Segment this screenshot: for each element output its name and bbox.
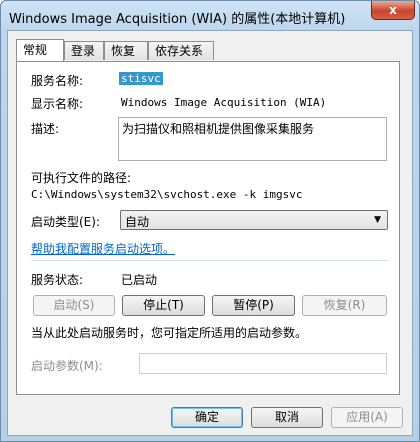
chevron-down-icon: ▼ [374, 215, 381, 225]
apply-button[interactable]: 应用(A) [331, 407, 403, 428]
display-name-label: 显示名称: [31, 97, 84, 111]
resume-button[interactable]: 恢复(R) [302, 295, 387, 316]
stop-button[interactable]: 停止(T) [122, 295, 205, 316]
start-params-label: 启动参数(M): [31, 359, 103, 373]
display-name-value[interactable]: Windows Image Acquisition (WIA) [121, 96, 326, 109]
dialog-client: 常规 登录 恢复 依存关系 服务名称: stisvc 显示名称: Windows… [7, 30, 413, 436]
description-value: 为扫描仪和照相机提供图像采集服务 [122, 122, 315, 136]
tab-dependencies[interactable]: 依存关系 [148, 41, 214, 60]
start-button[interactable]: 启动(S) [33, 295, 115, 316]
description-label: 描述: [31, 122, 60, 136]
startup-type-select[interactable]: 自动 ▼ [120, 210, 388, 230]
general-panel: 服务名称: stisvc 显示名称: Windows Image Acquisi… [16, 61, 400, 395]
exe-path-value[interactable]: C:\Windows\system32\svchost.exe -k imgsv… [31, 188, 303, 201]
service-status-value: 已启动 [121, 273, 158, 287]
tab-general[interactable]: 常规 [16, 39, 64, 61]
tab-recovery[interactable]: 恢复 [104, 41, 148, 60]
description-box[interactable]: 为扫描仪和照相机提供图像采集服务 [118, 117, 387, 161]
exe-path-label: 可执行文件的路径: [31, 171, 132, 185]
service-name-value[interactable]: stisvc [119, 72, 163, 85]
start-params-hint: 当从此处启动服务时，您可指定所适用的启动参数。 [31, 326, 308, 340]
ok-button[interactable]: 确定 [171, 407, 243, 428]
help-configure-link[interactable]: 帮助我配置服务启动选项。 [31, 240, 175, 257]
service-name-label: 服务名称: [31, 74, 84, 88]
window-title: Windows Image Acquisition (WIA) 的属性(本地计算… [9, 12, 346, 27]
separator [31, 260, 387, 261]
startup-type-label: 启动类型(E): [31, 215, 100, 229]
pause-button[interactable]: 暂停(P) [212, 295, 295, 316]
properties-window: Windows Image Acquisition (WIA) 的属性(本地计算… [0, 0, 420, 442]
startup-type-value: 自动 [125, 215, 150, 229]
cancel-button[interactable]: 取消 [251, 407, 323, 428]
tab-logon[interactable]: 登录 [64, 41, 104, 60]
start-params-input[interactable] [139, 353, 387, 374]
service-status-label: 服务状态: [31, 273, 84, 287]
close-button[interactable]: x [371, 1, 415, 20]
